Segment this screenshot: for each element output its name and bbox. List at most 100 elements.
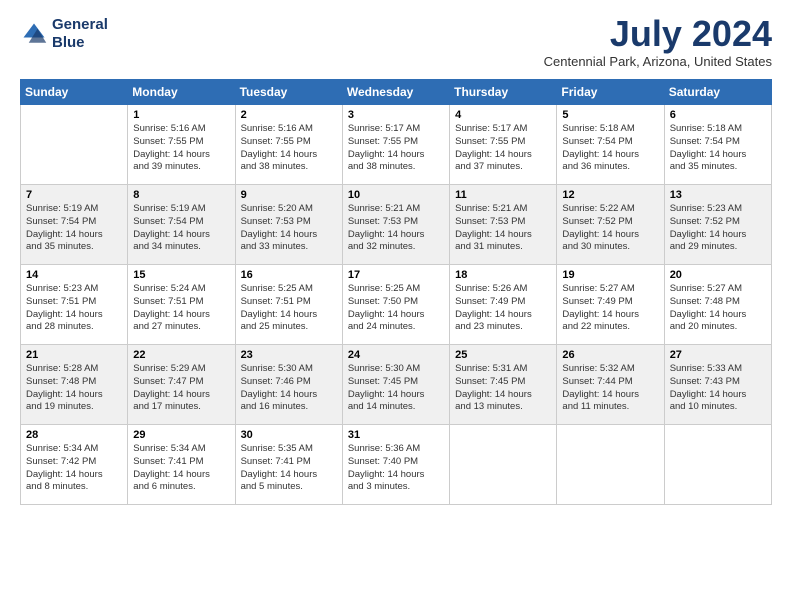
day-info: Sunrise: 5:26 AMSunset: 7:49 PMDaylight:… — [455, 283, 551, 334]
day-info: Sunrise: 5:30 AMSunset: 7:45 PMDaylight:… — [348, 363, 444, 414]
day-info: Sunrise: 5:30 AMSunset: 7:46 PMDaylight:… — [241, 363, 337, 414]
calendar-day-cell: 28 Sunrise: 5:34 AMSunset: 7:42 PMDayligh… — [21, 425, 128, 505]
day-info: Sunrise: 5:25 AMSunset: 7:51 PMDaylight:… — [241, 283, 337, 334]
day-info: Sunrise: 5:19 AMSunset: 7:54 PMDaylight:… — [26, 203, 122, 254]
day-of-week-header: Tuesday — [235, 80, 342, 105]
day-info: Sunrise: 5:22 AMSunset: 7:52 PMDaylight:… — [562, 203, 658, 254]
day-info: Sunrise: 5:34 AMSunset: 7:41 PMDaylight:… — [133, 443, 229, 494]
day-number: 1 — [133, 109, 229, 121]
calendar-day-cell: 16Sunrise: 5:25 AMSunset: 7:51 PMDayligh… — [235, 265, 342, 345]
day-info: Sunrise: 5:18 AMSunset: 7:54 PMDaylight:… — [670, 123, 766, 174]
calendar-day-cell: 12Sunrise: 5:22 AMSunset: 7:52 PMDayligh… — [557, 185, 664, 265]
calendar-day-cell: 21 Sunrise: 5:28 AMSunset: 7:48 PMDayligh… — [21, 345, 128, 425]
day-number: 19 — [562, 269, 658, 281]
month-title: July 2024 — [544, 16, 772, 52]
day-info: Sunrise: 5:23 AMSunset: 7:51 PMDaylight:… — [26, 283, 122, 334]
day-of-week-header: Wednesday — [342, 80, 449, 105]
day-number: 11 — [455, 189, 551, 201]
calendar-day-cell: 8 Sunrise: 5:19 AMSunset: 7:54 PMDaylight… — [128, 185, 235, 265]
calendar-day-cell: 31 Sunrise: 5:36 AMSunset: 7:40 PMDayligh… — [342, 425, 449, 505]
day-info: Sunrise: 5:25 AMSunset: 7:50 PMDaylight:… — [348, 283, 444, 334]
calendar-day-cell: 19 Sunrise: 5:27 AMSunset: 7:49 PMDayligh… — [557, 265, 664, 345]
day-info: Sunrise: 5:33 AMSunset: 7:43 PMDaylight:… — [670, 363, 766, 414]
calendar-day-cell: 2Sunrise: 5:16 AMSunset: 7:55 PMDaylight… — [235, 105, 342, 185]
day-number: 5 — [562, 109, 658, 121]
day-number: 17 — [348, 269, 444, 281]
calendar-header-row: SundayMondayTuesdayWednesdayThursdayFrid… — [21, 80, 772, 105]
calendar-day-cell: 15 Sunrise: 5:24 AMSunset: 7:51 PMDayligh… — [128, 265, 235, 345]
day-info: Sunrise: 5:27 AMSunset: 7:49 PMDaylight:… — [562, 283, 658, 334]
day-info: Sunrise: 5:17 AMSunset: 7:55 PMDaylight:… — [455, 123, 551, 174]
day-number: 28 — [26, 429, 122, 441]
calendar-day-cell: 22 Sunrise: 5:29 AMSunset: 7:47 PMDayligh… — [128, 345, 235, 425]
day-info: Sunrise: 5:16 AMSunset: 7:55 PMDaylight:… — [241, 123, 337, 174]
day-of-week-header: Thursday — [450, 80, 557, 105]
calendar-day-cell: 24 Sunrise: 5:30 AMSunset: 7:45 PMDayligh… — [342, 345, 449, 425]
logo-icon — [20, 20, 48, 48]
day-number: 30 — [241, 429, 337, 441]
day-number: 24 — [348, 349, 444, 361]
calendar-week-row: 14 Sunrise: 5:23 AMSunset: 7:51 PMDayligh… — [21, 265, 772, 345]
calendar-week-row: 7 Sunrise: 5:19 AMSunset: 7:54 PMDaylight… — [21, 185, 772, 265]
day-number: 23 — [241, 349, 337, 361]
day-number: 20 — [670, 269, 766, 281]
day-info: Sunrise: 5:28 AMSunset: 7:48 PMDaylight:… — [26, 363, 122, 414]
logo-text: General Blue — [52, 16, 108, 52]
day-number: 15 — [133, 269, 229, 281]
calendar-day-cell: 25Sunrise: 5:31 AMSunset: 7:45 PMDayligh… — [450, 345, 557, 425]
day-number: 8 — [133, 189, 229, 201]
calendar-day-cell: 14 Sunrise: 5:23 AMSunset: 7:51 PMDayligh… — [21, 265, 128, 345]
day-of-week-header: Monday — [128, 80, 235, 105]
day-number: 18 — [455, 269, 551, 281]
day-info: Sunrise: 5:32 AMSunset: 7:44 PMDaylight:… — [562, 363, 658, 414]
calendar-week-row: 21 Sunrise: 5:28 AMSunset: 7:48 PMDayligh… — [21, 345, 772, 425]
calendar-day-cell: 9 Sunrise: 5:20 AMSunset: 7:53 PMDaylight… — [235, 185, 342, 265]
day-info: Sunrise: 5:21 AMSunset: 7:53 PMDaylight:… — [348, 203, 444, 254]
day-info: Sunrise: 5:19 AMSunset: 7:54 PMDaylight:… — [133, 203, 229, 254]
day-info: Sunrise: 5:36 AMSunset: 7:40 PMDaylight:… — [348, 443, 444, 494]
calendar-day-cell: 6 Sunrise: 5:18 AMSunset: 7:54 PMDaylight… — [664, 105, 771, 185]
day-number: 9 — [241, 189, 337, 201]
logo: General Blue — [20, 16, 108, 52]
calendar-day-cell: 4Sunrise: 5:17 AMSunset: 7:55 PMDaylight… — [450, 105, 557, 185]
day-info: Sunrise: 5:34 AMSunset: 7:42 PMDaylight:… — [26, 443, 122, 494]
day-of-week-header: Friday — [557, 80, 664, 105]
day-number: 27 — [670, 349, 766, 361]
calendar-day-cell: 27 Sunrise: 5:33 AMSunset: 7:43 PMDayligh… — [664, 345, 771, 425]
day-number: 29 — [133, 429, 229, 441]
title-block: July 2024 Centennial Park, Arizona, Unit… — [544, 16, 772, 69]
calendar-week-row: 1 Sunrise: 5:16 AMSunset: 7:55 PMDaylight… — [21, 105, 772, 185]
day-number: 3 — [348, 109, 444, 121]
day-info: Sunrise: 5:21 AMSunset: 7:53 PMDaylight:… — [455, 203, 551, 254]
location: Centennial Park, Arizona, United States — [544, 54, 772, 69]
calendar-day-cell: 1 Sunrise: 5:16 AMSunset: 7:55 PMDaylight… — [128, 105, 235, 185]
day-number: 13 — [670, 189, 766, 201]
calendar-day-cell: 5 Sunrise: 5:18 AMSunset: 7:54 PMDaylight… — [557, 105, 664, 185]
calendar-day-cell: 7 Sunrise: 5:19 AMSunset: 7:54 PMDaylight… — [21, 185, 128, 265]
day-number: 6 — [670, 109, 766, 121]
day-number: 10 — [348, 189, 444, 201]
calendar-day-cell — [664, 425, 771, 505]
day-number: 7 — [26, 189, 122, 201]
day-info: Sunrise: 5:24 AMSunset: 7:51 PMDaylight:… — [133, 283, 229, 334]
calendar-day-cell: 18 Sunrise: 5:26 AMSunset: 7:49 PMDayligh… — [450, 265, 557, 345]
calendar-week-row: 28 Sunrise: 5:34 AMSunset: 7:42 PMDayligh… — [21, 425, 772, 505]
calendar-day-cell: 29 Sunrise: 5:34 AMSunset: 7:41 PMDayligh… — [128, 425, 235, 505]
day-number: 26 — [562, 349, 658, 361]
calendar-day-cell: 20Sunrise: 5:27 AMSunset: 7:48 PMDayligh… — [664, 265, 771, 345]
day-number: 22 — [133, 349, 229, 361]
day-info: Sunrise: 5:17 AMSunset: 7:55 PMDaylight:… — [348, 123, 444, 174]
day-info: Sunrise: 5:29 AMSunset: 7:47 PMDaylight:… — [133, 363, 229, 414]
day-number: 14 — [26, 269, 122, 281]
calendar-day-cell: 26 Sunrise: 5:32 AMSunset: 7:44 PMDayligh… — [557, 345, 664, 425]
day-number: 21 — [26, 349, 122, 361]
calendar-day-cell: 3 Sunrise: 5:17 AMSunset: 7:55 PMDaylight… — [342, 105, 449, 185]
calendar-day-cell — [450, 425, 557, 505]
day-info: Sunrise: 5:20 AMSunset: 7:53 PMDaylight:… — [241, 203, 337, 254]
day-number: 31 — [348, 429, 444, 441]
calendar-day-cell — [557, 425, 664, 505]
day-info: Sunrise: 5:16 AMSunset: 7:55 PMDaylight:… — [133, 123, 229, 174]
calendar-day-cell: 11 Sunrise: 5:21 AMSunset: 7:53 PMDayligh… — [450, 185, 557, 265]
day-info: Sunrise: 5:18 AMSunset: 7:54 PMDaylight:… — [562, 123, 658, 174]
calendar-day-cell — [21, 105, 128, 185]
